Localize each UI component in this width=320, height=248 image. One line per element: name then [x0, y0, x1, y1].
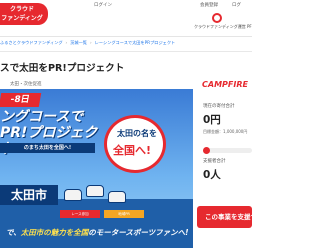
- breadcrumb-item[interactable]: ふるさとクラウドファンディング: [0, 40, 63, 46]
- site-logo[interactable]: クラウド ファンディング: [0, 3, 48, 25]
- project-title: スで太田をPR!プロジェクト: [0, 63, 125, 74]
- login-link-short[interactable]: ログ: [232, 2, 241, 8]
- brand-circle-icon: [212, 13, 222, 23]
- breadcrumb-item[interactable]: レーシングコースで太田をPRプロジェクト: [95, 40, 176, 46]
- race-cars-illustration: [60, 181, 130, 207]
- hero-footer-highlight: 太田市の魅力を全国: [20, 228, 89, 237]
- hero-date-badge: -8日: [0, 93, 42, 107]
- funding-stats: 現在の寄付合計 0円 目標金額：1,000,000円: [203, 103, 252, 135]
- hero-footer-text: で、太田市の魅力を全国のモータースポーツファンへ!: [6, 227, 189, 238]
- current-amount-label: 現在の寄付合計: [203, 104, 235, 109]
- hero-footer-post: のモータースポーツファンへ!: [88, 228, 189, 237]
- logo-line-2: ファンディング: [1, 15, 43, 22]
- current-amount: 0円: [203, 114, 221, 126]
- logo-line-1: クラウド: [9, 6, 34, 13]
- login-link[interactable]: ログイン: [94, 2, 112, 8]
- breadcrumb-separator: ›: [65, 40, 68, 45]
- breadcrumb-separator: ›: [89, 40, 92, 45]
- project-hero-image: -8日 ングコースで PR!プロジェクト のまち太田を全国へ! 太田の名を 全国…: [0, 89, 193, 248]
- supporters-count: 0人: [203, 169, 221, 181]
- supporter-stats: 支援者合計 0人: [203, 158, 252, 182]
- race-car-icon: [86, 185, 104, 197]
- register-link[interactable]: 会員登録: [200, 2, 218, 8]
- hero-subheadline: のまち太田を全国へ!: [0, 143, 95, 153]
- breadcrumb: ふるさとクラウドファンディング › 茨城一覧 › レーシングコースで太田をPRプロジェク…: [0, 40, 252, 50]
- organization-name[interactable]: 太田・次住促進: [10, 81, 42, 87]
- hero-footer-pre: で、: [6, 228, 21, 237]
- divider: [0, 51, 252, 52]
- progress-indicator-dot: [203, 147, 210, 154]
- hero-tag-race: レース参加: [60, 210, 100, 218]
- campfire-logo: CAMPFIRE: [202, 80, 248, 89]
- support-project-button[interactable]: この事業を支援する: [197, 206, 252, 228]
- top-header: クラウド ファンディング ログイン 会員登録 ログ クラウドファンディング運営 …: [0, 0, 252, 37]
- partner-brand[interactable]: クラウドファンディング運営 PF: [194, 13, 252, 31]
- bubble-line-1: 太田の名を: [117, 129, 157, 138]
- hero-tag-pr: 地域PR: [104, 210, 144, 218]
- supporters-label: 支援者合計: [203, 159, 226, 164]
- race-car-icon: [64, 189, 82, 201]
- hero-bubble: 太田の名を 全国へ!: [104, 115, 166, 173]
- brand-caption: クラウドファンディング運営 PF: [194, 24, 252, 29]
- breadcrumb-item[interactable]: 茨城一覧: [70, 40, 87, 46]
- race-car-icon: [108, 191, 126, 203]
- funding-progress-bar: [203, 147, 252, 154]
- hero-city-label: 太田市: [0, 185, 58, 205]
- bubble-line-2: 全国へ!: [113, 144, 152, 157]
- goal-amount: 目標金額：1,000,000円: [203, 129, 248, 134]
